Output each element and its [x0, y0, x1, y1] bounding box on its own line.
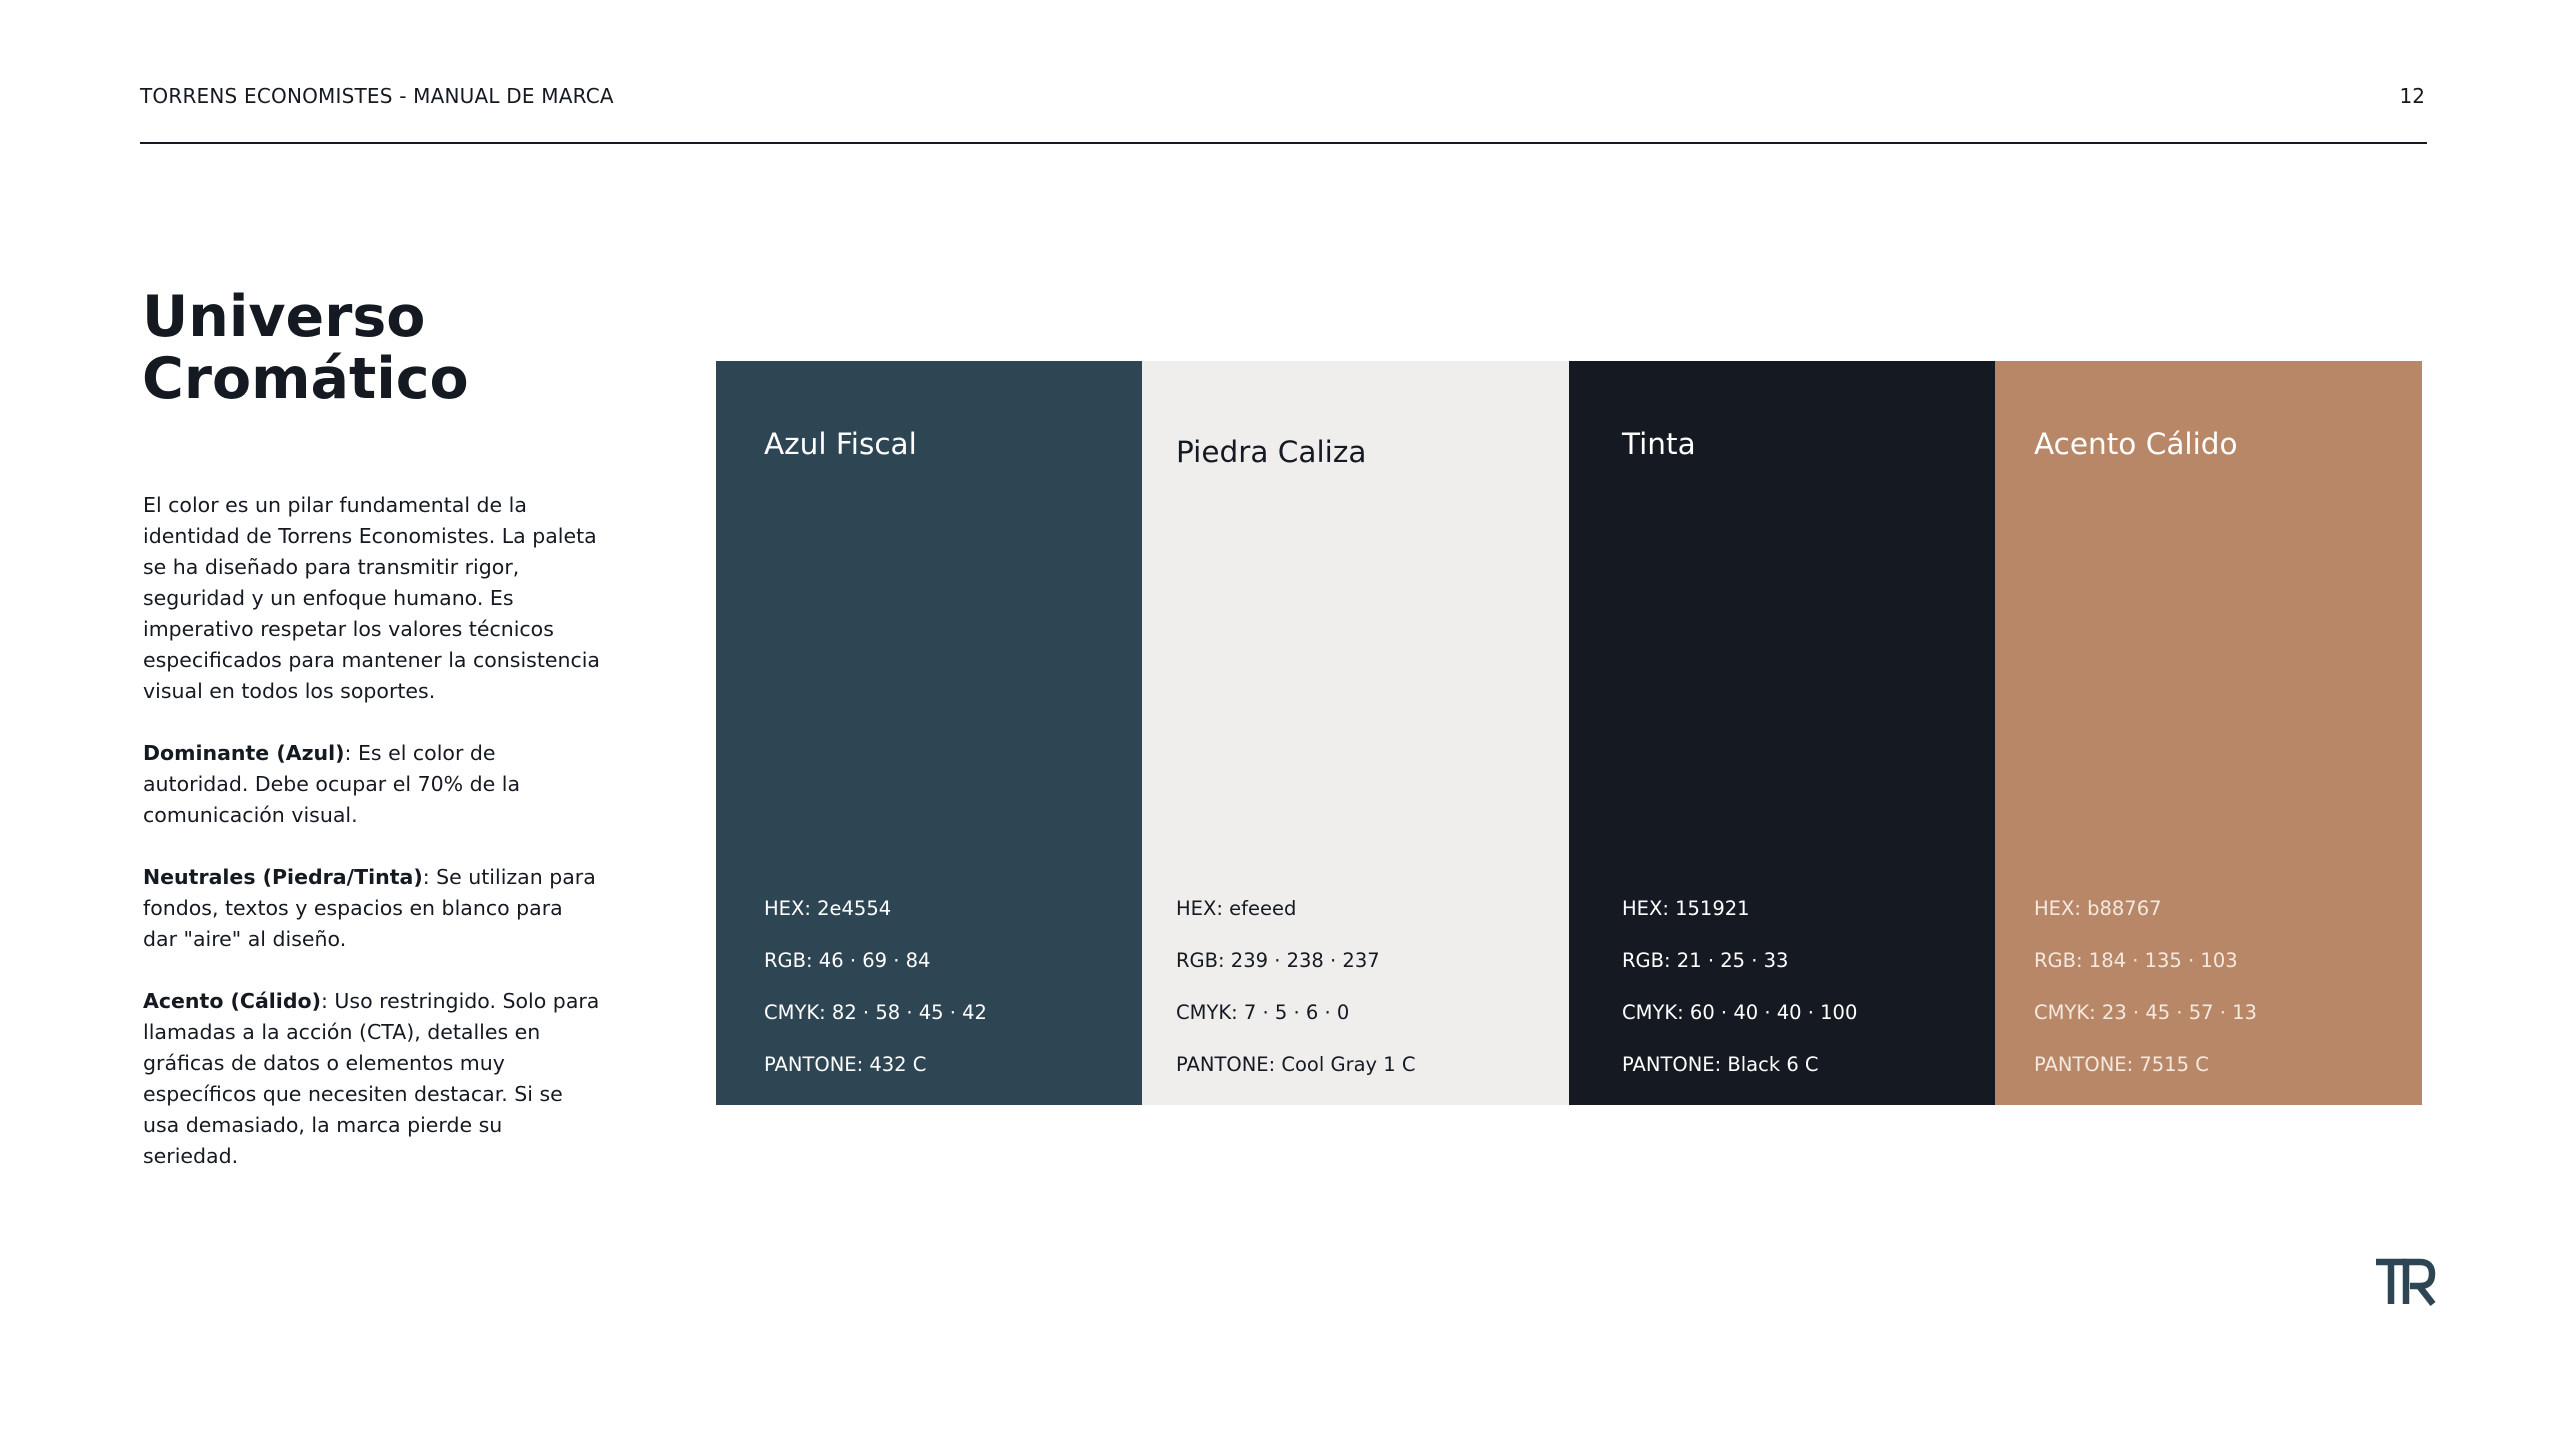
pantone-value: PANTONE: Cool Gray 1 C [1176, 1053, 1416, 1076]
note-accent-label: Acento (Cálido) [143, 989, 321, 1013]
swatch-tinta: Tinta HEX: 151921 RGB: 21 · 25 · 33 CMYK… [1569, 361, 1995, 1105]
rgb-value: RGB: 46 · 69 · 84 [764, 949, 931, 972]
note-neutrals: Neutrales (Piedra/Tinta): Se utilizan pa… [143, 862, 603, 955]
swatch-piedra-caliza: Piedra Caliza HEX: efeeed RGB: 239 · 238… [1142, 361, 1569, 1105]
hex-value: HEX: b88767 [2034, 897, 2162, 920]
swatch-azul-fiscal: Azul Fiscal HEX: 2e4554 RGB: 46 · 69 · 8… [716, 361, 1142, 1105]
note-neutrals-label: Neutrales (Piedra/Tinta) [143, 865, 423, 889]
page-title-line-2: Cromático [142, 346, 469, 412]
hex-value: HEX: efeeed [1176, 897, 1297, 920]
pantone-value: PANTONE: Black 6 C [1622, 1053, 1819, 1076]
intro-paragraph: El color es un pilar fundamental de la i… [143, 493, 600, 703]
pantone-value: PANTONE: 7515 C [2034, 1053, 2209, 1076]
tr-monogram-logo [2376, 1258, 2436, 1306]
swatch-name: Tinta [1622, 427, 1696, 461]
swatch-name: Acento Cálido [2034, 427, 2238, 461]
page-number: 12 [2399, 84, 2425, 108]
note-dominant-label: Dominante (Azul) [143, 741, 345, 765]
swatch-specs: HEX: efeeed RGB: 239 · 238 · 237 CMYK: 7… [1176, 883, 1416, 1091]
rgb-value: RGB: 21 · 25 · 33 [1622, 949, 1789, 972]
hex-value: HEX: 2e4554 [764, 897, 892, 920]
page-title: Universo Cromático [142, 286, 582, 410]
cmyk-value: CMYK: 60 · 40 · 40 · 100 [1622, 1001, 1858, 1024]
note-accent-text: : Uso restringido. Solo para llamadas a … [143, 989, 600, 1168]
swatch-name: Azul Fiscal [764, 427, 917, 461]
cmyk-value: CMYK: 7 · 5 · 6 · 0 [1176, 1001, 1350, 1024]
rgb-value: RGB: 239 · 238 · 237 [1176, 949, 1380, 972]
header-divider [140, 142, 2427, 144]
document-header-title: TORRENS ECONOMISTES - MANUAL DE MARCA [140, 84, 614, 108]
note-dominant: Dominante (Azul): Es el color de autorid… [143, 738, 603, 831]
page-title-line-1: Universo [142, 284, 426, 350]
hex-value: HEX: 151921 [1622, 897, 1750, 920]
cmyk-value: CMYK: 23 · 45 · 57 · 13 [2034, 1001, 2257, 1024]
swatch-specs: HEX: 151921 RGB: 21 · 25 · 33 CMYK: 60 ·… [1622, 883, 1857, 1091]
swatch-name: Piedra Caliza [1176, 435, 1367, 469]
rgb-value: RGB: 184 · 135 · 103 [2034, 949, 2238, 972]
cmyk-value: CMYK: 82 · 58 · 45 · 42 [764, 1001, 987, 1024]
swatch-specs: HEX: b88767 RGB: 184 · 135 · 103 CMYK: 2… [2034, 883, 2257, 1091]
swatch-specs: HEX: 2e4554 RGB: 46 · 69 · 84 CMYK: 82 ·… [764, 883, 987, 1091]
swatch-acento-calido: Acento Cálido HEX: b88767 RGB: 184 · 135… [1995, 361, 2422, 1105]
color-description: El color es un pilar fundamental de la i… [143, 490, 603, 1203]
note-accent: Acento (Cálido): Uso restringido. Solo p… [143, 986, 603, 1172]
pantone-value: PANTONE: 432 C [764, 1053, 927, 1076]
